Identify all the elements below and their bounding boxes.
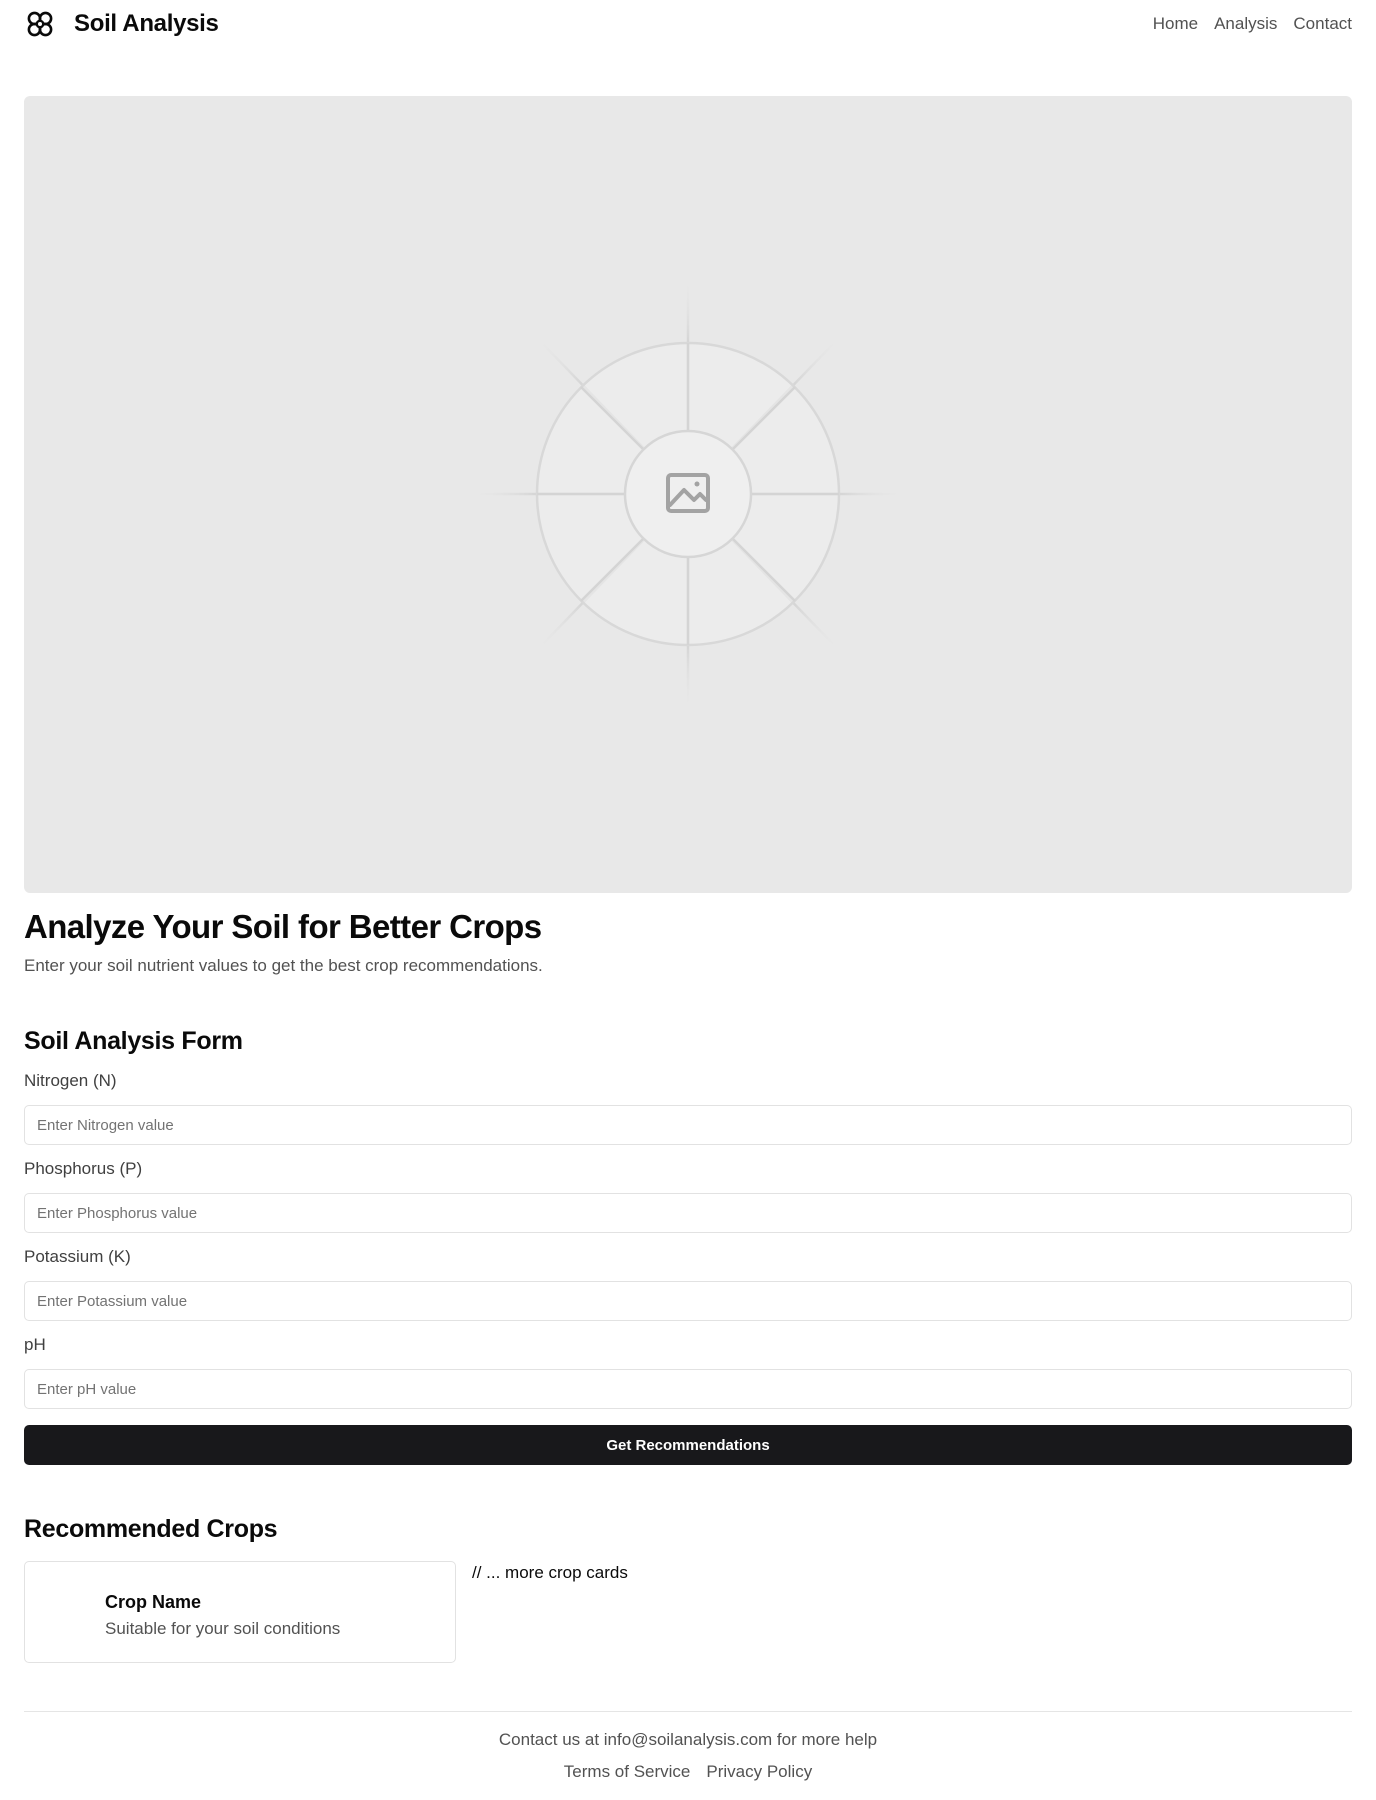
hero-image: [24, 96, 1352, 893]
crops-title: Recommended Crops: [24, 1515, 278, 1543]
site-header: Soil Analysis Home Analysis Contact: [24, 0, 1352, 48]
nav-link-analysis[interactable]: Analysis: [1214, 14, 1277, 34]
hero-subhead: Enter your soil nutrient values to get t…: [24, 956, 543, 975]
form-title: Soil Analysis Form: [24, 1027, 243, 1055]
ph-input[interactable]: [24, 1369, 1352, 1409]
more-crops-text: // ... more crop cards: [472, 1563, 628, 1582]
crop-name: Crop Name: [105, 1592, 202, 1612]
footer-divider: [24, 1711, 1352, 1712]
clover-icon: [27, 11, 53, 37]
nitrogen-label: Nitrogen (N): [24, 1071, 117, 1090]
potassium-label: Potassium (K): [24, 1247, 131, 1266]
footer-links: Terms of Service Privacy Policy: [0, 1762, 1376, 1782]
potassium-input[interactable]: [24, 1281, 1352, 1321]
main-nav: Home Analysis Contact: [1153, 14, 1352, 34]
nav-link-home[interactable]: Home: [1153, 14, 1198, 34]
crop-card[interactable]: Crop Name Suitable for your soil conditi…: [24, 1561, 456, 1663]
hero-headline: Analyze Your Soil for Better Crops: [24, 908, 542, 945]
terms-of-service-link[interactable]: Terms of Service: [564, 1762, 691, 1782]
phosphorus-label: Phosphorus (P): [24, 1159, 143, 1178]
brand[interactable]: Soil Analysis: [24, 8, 219, 40]
get-recommendations-button[interactable]: Get Recommendations: [24, 1425, 1352, 1465]
footer-contact: Contact us at info@soilanalysis.com for …: [498, 1730, 878, 1749]
ph-label: pH: [24, 1335, 46, 1354]
crop-description: Suitable for your soil conditions: [105, 1619, 341, 1638]
image-placeholder-graphic: [470, 276, 906, 712]
nitrogen-input[interactable]: [24, 1105, 1352, 1145]
site-title: Soil Analysis: [74, 10, 219, 37]
phosphorus-input[interactable]: [24, 1193, 1352, 1233]
nav-link-contact[interactable]: Contact: [1293, 14, 1352, 34]
privacy-policy-link[interactable]: Privacy Policy: [706, 1762, 812, 1782]
